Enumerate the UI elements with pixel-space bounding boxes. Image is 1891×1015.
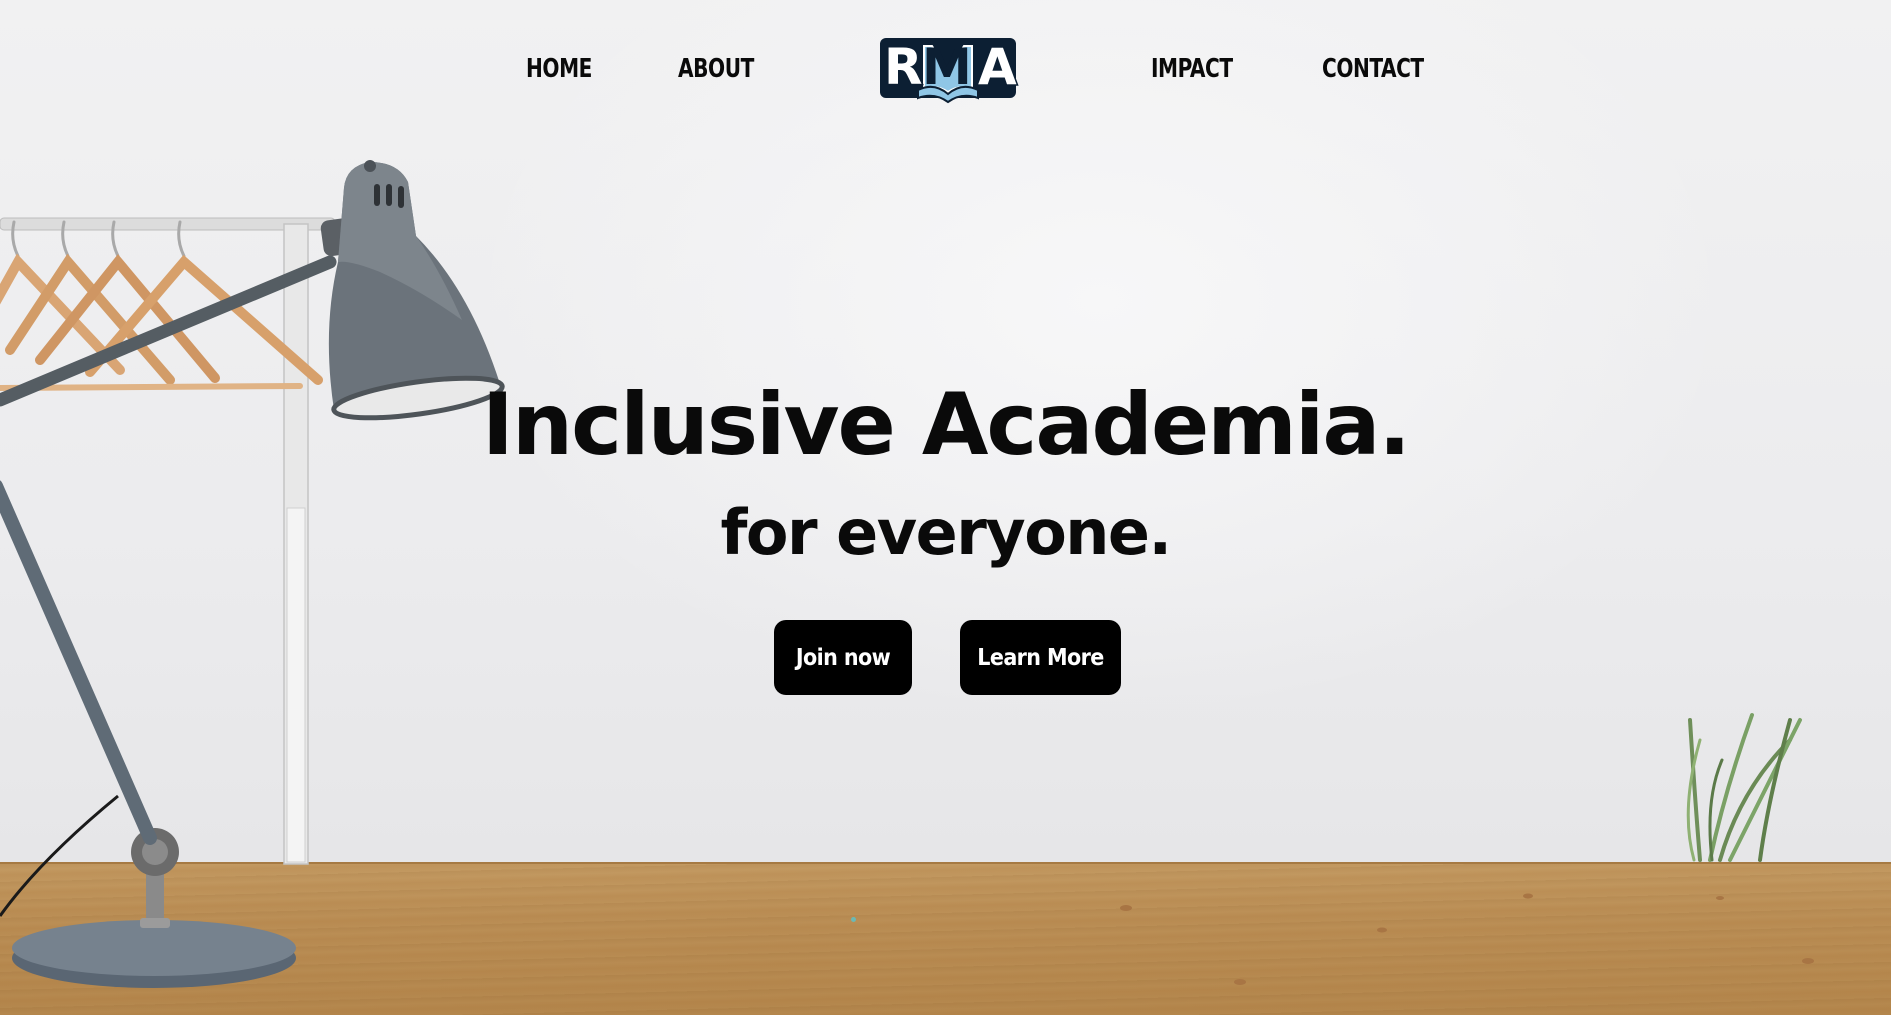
learn-more-button[interactable]: Learn More xyxy=(960,620,1121,695)
rma-logo[interactable]: R M A xyxy=(878,36,1018,104)
logo-letter-r: R xyxy=(883,38,924,96)
logo-letter-m: M xyxy=(922,38,972,96)
nav-about-link[interactable]: ABOUT xyxy=(678,56,754,82)
plant xyxy=(1686,713,1802,862)
nav-home-link[interactable]: HOME xyxy=(526,56,592,82)
wooden-hangers xyxy=(0,220,323,391)
desk-knots xyxy=(1120,893,1814,985)
join-now-button[interactable]: Join now xyxy=(774,620,912,695)
hero-subtitle: for everyone. xyxy=(720,496,1172,569)
nav-impact-link[interactable]: IMPACT xyxy=(1151,56,1233,82)
main-navigation: HOME ABOUT R M A IMPACT CONTACT xyxy=(0,0,1891,140)
nav-contact-link[interactable]: CONTACT xyxy=(1322,56,1424,82)
hero-title: Inclusive Academia. xyxy=(481,375,1411,475)
desk-lamp xyxy=(0,160,505,988)
desk-dot xyxy=(851,917,856,922)
logo-letter-a: A xyxy=(977,38,1019,96)
